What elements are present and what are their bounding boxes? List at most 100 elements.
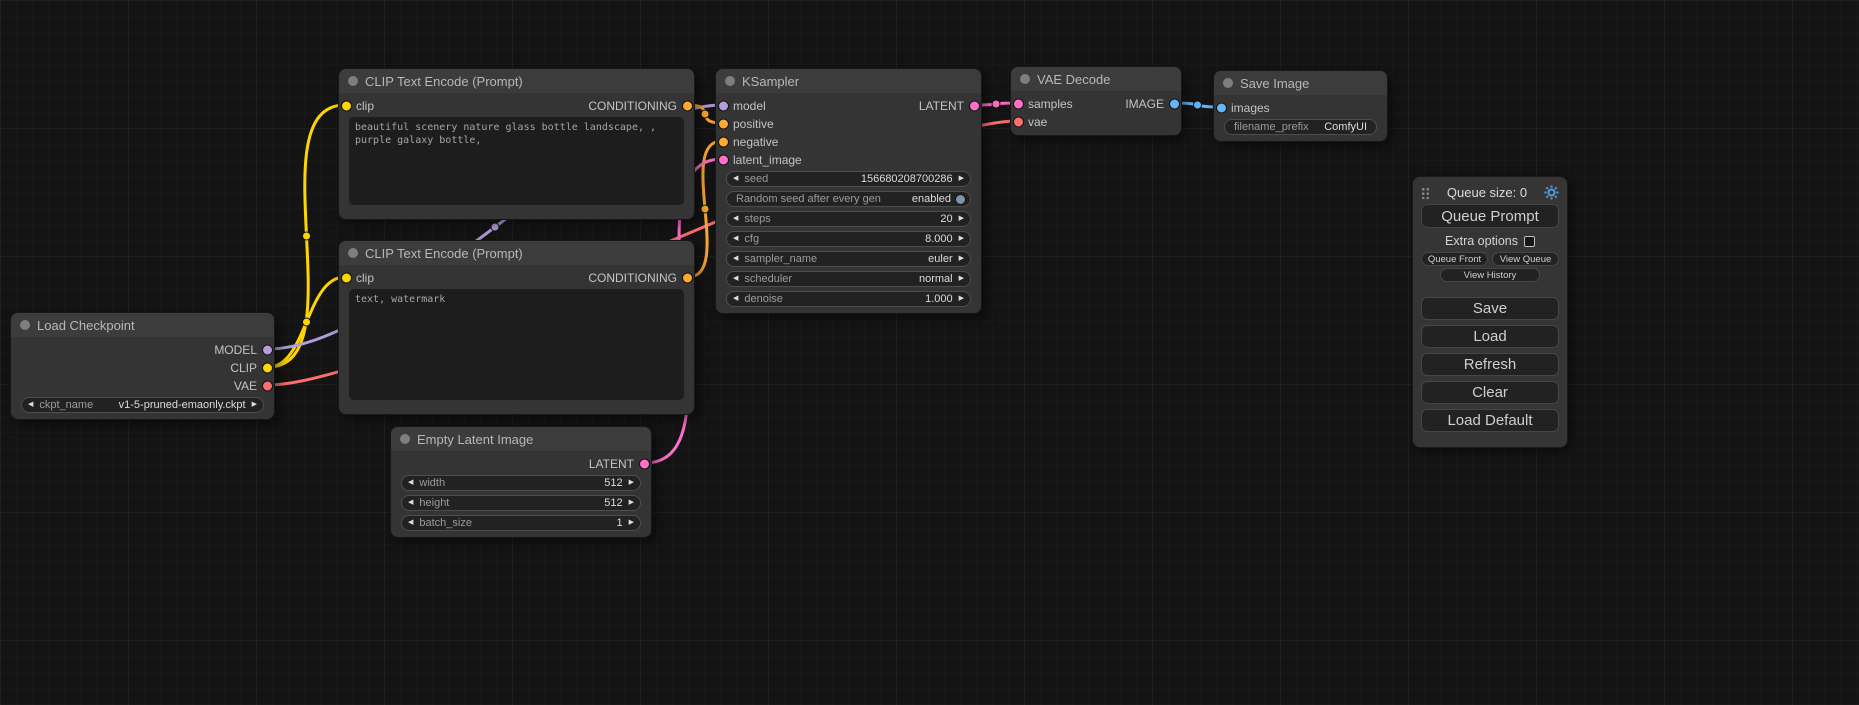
collapse-dot-icon[interactable]	[1223, 78, 1233, 88]
widget-height[interactable]: ◀height512▶	[401, 495, 641, 511]
input-slot-vae-dot[interactable]	[1014, 118, 1023, 127]
widget-width[interactable]: ◀width512▶	[401, 475, 641, 491]
output-slot-CONDITIONING-dot[interactable]	[683, 274, 692, 283]
increment-arrow-icon[interactable]: ▶	[953, 292, 970, 306]
load-default-button[interactable]: Load Default	[1421, 409, 1559, 432]
slot-row: positive	[716, 115, 981, 133]
collapse-dot-icon[interactable]	[348, 248, 358, 258]
view-history-button[interactable]: View History	[1440, 268, 1539, 282]
widget-filename_prefix[interactable]: filename_prefixComfyUI	[1224, 119, 1377, 135]
output-slot-LATENT-dot[interactable]	[970, 102, 979, 111]
input-slot-clip-dot[interactable]	[342, 102, 351, 111]
queue-prompt-button[interactable]: Queue Prompt	[1421, 204, 1559, 228]
widget-denoise[interactable]: ◀denoise1.000▶	[726, 291, 971, 307]
input-slot-negative-dot[interactable]	[719, 138, 728, 147]
node-layer: Load CheckpointMODELCLIPVAE◀ckpt_namev1-…	[0, 0, 1859, 705]
node-body: modelLATENTpositivenegativelatent_image◀…	[716, 93, 981, 313]
load-button[interactable]: Load	[1421, 325, 1559, 348]
collapse-dot-icon[interactable]	[725, 76, 735, 86]
drag-handle-icon[interactable]	[1421, 186, 1430, 199]
node-clip-text-encode-positive[interactable]: CLIP Text Encode (Prompt)clipCONDITIONIN…	[338, 68, 695, 220]
node-titlebar[interactable]: KSampler	[716, 69, 981, 93]
node-ksampler[interactable]: KSamplermodelLATENTpositivenegativelaten…	[715, 68, 982, 314]
save-button[interactable]: Save	[1421, 297, 1559, 320]
decrement-arrow-icon[interactable]: ◀	[727, 172, 744, 186]
node-vae-decode[interactable]: VAE DecodesamplesIMAGEvae	[1010, 66, 1182, 136]
clear-button[interactable]: Clear	[1421, 381, 1559, 404]
refresh-button[interactable]: Refresh	[1421, 353, 1559, 376]
widget-seed[interactable]: ◀seed156680208700286▶	[726, 171, 971, 187]
output-slot-VAE-dot[interactable]	[263, 382, 272, 391]
queue-front-button[interactable]: Queue Front	[1421, 252, 1488, 266]
input-slot-latent_image-dot[interactable]	[719, 156, 728, 165]
widget-steps[interactable]: ◀steps20▶	[726, 211, 971, 227]
node-titlebar[interactable]: Empty Latent Image	[391, 427, 651, 451]
graph-canvas[interactable]: Load CheckpointMODELCLIPVAE◀ckpt_namev1-…	[0, 0, 1859, 705]
widget-sampler_name[interactable]: ◀sampler_nameeuler▶	[726, 251, 971, 267]
input-slot-samples-dot[interactable]	[1014, 100, 1023, 109]
decrement-arrow-icon[interactable]: ◀	[402, 516, 419, 530]
menu-spacer	[1421, 284, 1559, 292]
node-titlebar[interactable]: VAE Decode	[1011, 67, 1181, 91]
input-slot-model-dot[interactable]	[719, 102, 728, 111]
input-slot-label: positive	[733, 117, 774, 131]
widget-control_after_generate[interactable]: Random seed after every genenabled	[726, 191, 971, 207]
output-slot-IMAGE-dot[interactable]	[1170, 100, 1179, 109]
view-queue-button[interactable]: View Queue	[1492, 252, 1559, 266]
increment-arrow-icon[interactable]: ▶	[953, 272, 970, 286]
settings-gear-icon[interactable]	[1544, 185, 1559, 200]
increment-arrow-icon[interactable]: ▶	[246, 398, 263, 412]
output-slot-CONDITIONING-dot[interactable]	[683, 102, 692, 111]
output-slot-LATENT-dot[interactable]	[640, 460, 649, 469]
slot-row: modelLATENT	[716, 97, 981, 115]
decrement-arrow-icon[interactable]: ◀	[402, 476, 419, 490]
node-body: LATENT◀width512▶◀height512▶◀batch_size1▶	[391, 451, 651, 537]
prompt-textarea[interactable]: beautiful scenery nature glass bottle la…	[349, 117, 684, 205]
output-slot-MODEL-dot[interactable]	[263, 346, 272, 355]
toggle-dot[interactable]	[956, 195, 965, 204]
node-empty-latent-image[interactable]: Empty Latent ImageLATENT◀width512▶◀heigh…	[390, 426, 652, 538]
extra-options-checkbox[interactable]	[1524, 236, 1535, 247]
widget-cfg[interactable]: ◀cfg8.000▶	[726, 231, 971, 247]
node-titlebar[interactable]: CLIP Text Encode (Prompt)	[339, 69, 694, 93]
node-titlebar[interactable]: Save Image	[1214, 71, 1387, 95]
node-load-checkpoint[interactable]: Load CheckpointMODELCLIPVAE◀ckpt_namev1-…	[10, 312, 275, 420]
node-title: Load Checkpoint	[37, 318, 135, 333]
widget-batch_size[interactable]: ◀batch_size1▶	[401, 515, 641, 531]
output-slot-CLIP-dot[interactable]	[263, 364, 272, 373]
increment-arrow-icon[interactable]: ▶	[623, 516, 640, 530]
output-slot-label: MODEL	[214, 343, 257, 357]
decrement-arrow-icon[interactable]: ◀	[727, 252, 744, 266]
widget-label: ckpt_name	[39, 399, 93, 411]
collapse-dot-icon[interactable]	[20, 320, 30, 330]
input-slot-clip-dot[interactable]	[342, 274, 351, 283]
increment-arrow-icon[interactable]: ▶	[623, 496, 640, 510]
node-titlebar[interactable]: Load Checkpoint	[11, 313, 274, 337]
input-slot-positive-dot[interactable]	[719, 120, 728, 129]
increment-arrow-icon[interactable]: ▶	[953, 232, 970, 246]
widget-label: Random seed after every gen	[736, 193, 881, 205]
increment-arrow-icon[interactable]: ▶	[953, 252, 970, 266]
widget-ckpt_name[interactable]: ◀ckpt_namev1-5-pruned-emaonly.ckpt▶	[21, 397, 264, 413]
prompt-textarea[interactable]: text, watermark	[349, 289, 684, 400]
node-clip-text-encode-negative[interactable]: CLIP Text Encode (Prompt)clipCONDITIONIN…	[338, 240, 695, 415]
collapse-dot-icon[interactable]	[1020, 74, 1030, 84]
decrement-arrow-icon[interactable]: ◀	[22, 398, 39, 412]
node-save-image[interactable]: Save Imageimagesfilename_prefixComfyUI	[1213, 70, 1388, 142]
decrement-arrow-icon[interactable]: ◀	[402, 496, 419, 510]
node-title: VAE Decode	[1037, 72, 1110, 87]
widget-scheduler[interactable]: ◀schedulernormal▶	[726, 271, 971, 287]
decrement-arrow-icon[interactable]: ◀	[727, 232, 744, 246]
decrement-arrow-icon[interactable]: ◀	[727, 212, 744, 226]
collapse-dot-icon[interactable]	[400, 434, 410, 444]
increment-arrow-icon[interactable]: ▶	[953, 212, 970, 226]
input-slot-images-dot[interactable]	[1217, 104, 1226, 113]
node-body: imagesfilename_prefixComfyUI	[1214, 95, 1387, 141]
decrement-arrow-icon[interactable]: ◀	[727, 292, 744, 306]
collapse-dot-icon[interactable]	[348, 76, 358, 86]
node-titlebar[interactable]: CLIP Text Encode (Prompt)	[339, 241, 694, 265]
decrement-arrow-icon[interactable]: ◀	[727, 272, 744, 286]
slot-row: MODEL	[11, 341, 274, 359]
increment-arrow-icon[interactable]: ▶	[953, 172, 970, 186]
increment-arrow-icon[interactable]: ▶	[623, 476, 640, 490]
